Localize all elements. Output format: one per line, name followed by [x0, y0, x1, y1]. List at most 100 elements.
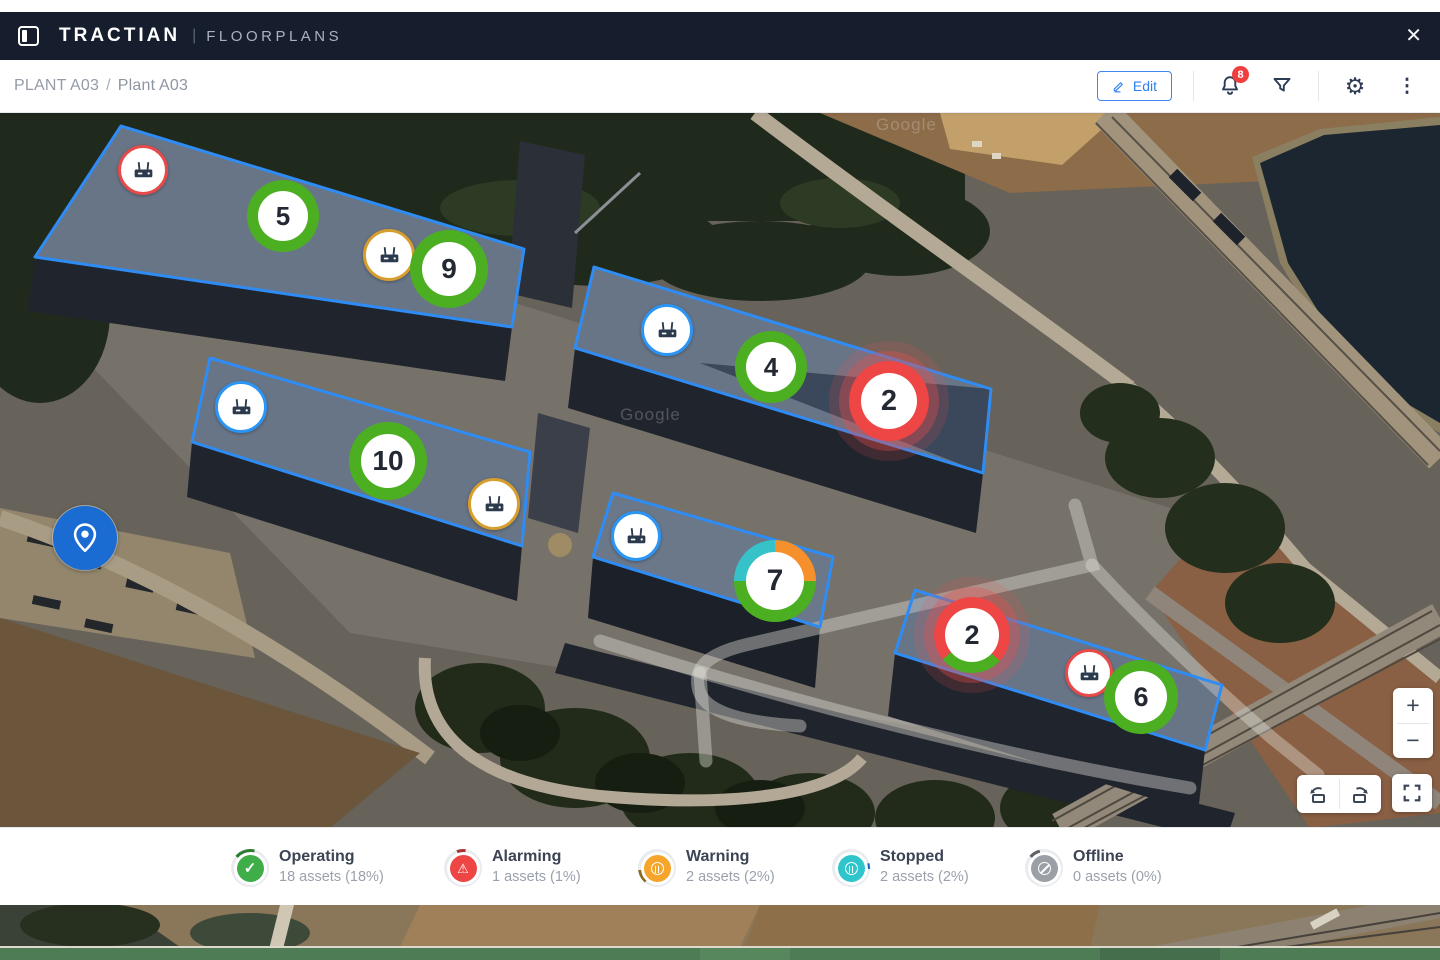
operating-ring: ✓ — [231, 849, 269, 887]
gateway-router-icon — [482, 492, 507, 517]
toolbar-divider — [1193, 71, 1194, 101]
close-icon[interactable]: ✕ — [1405, 26, 1422, 46]
gateway-marker[interactable] — [118, 145, 168, 195]
breadcrumb-current: Plant A03 — [118, 77, 188, 94]
breadcrumb-parent[interactable]: PLANT A03 — [14, 77, 99, 94]
kebab-menu-icon: ⋮ — [1398, 75, 1417, 98]
map-bottom-strip — [0, 905, 1440, 960]
gateway-marker[interactable] — [363, 229, 415, 281]
legend-count: 1 assets (1%) — [492, 868, 581, 887]
sidebar-toggle-icon[interactable] — [18, 26, 39, 46]
rotate-right-button[interactable] — [1340, 775, 1382, 813]
map-watermark: Google — [876, 115, 937, 135]
map-watermark: Google — [620, 405, 681, 425]
alarming-ring: ⚠ — [444, 849, 482, 887]
cluster-count: 7 — [746, 552, 804, 610]
cluster-count: 2 — [945, 608, 999, 662]
cluster-count: 10 — [361, 434, 415, 488]
fullscreen-button[interactable] — [1392, 774, 1432, 812]
cluster-count: 9 — [422, 242, 476, 296]
ban-icon — [1038, 862, 1051, 875]
navbar: TRACTIAN | FLOORPLANS ✕ — [0, 12, 1440, 60]
settings-button[interactable]: ⚙ — [1340, 71, 1370, 101]
operating-status-icon: ✓ — [237, 855, 264, 882]
gateway-router-icon — [377, 243, 402, 268]
brand-logo: TRACTIAN — [59, 25, 180, 47]
breadcrumb: PLANT A03/Plant A03 — [14, 77, 188, 95]
asset-cluster-marker[interactable]: 6 — [1104, 660, 1178, 734]
legend-label: Offline — [1073, 846, 1162, 868]
asset-cluster-marker[interactable]: 10 — [349, 422, 427, 500]
asset-cluster-marker[interactable]: 5 — [247, 180, 319, 252]
gateway-router-icon — [229, 395, 254, 420]
stopped-status-icon — [838, 855, 865, 882]
cluster-count: 2 — [861, 373, 917, 429]
filter-button[interactable] — [1267, 71, 1297, 101]
legend-label: Stopped — [880, 846, 969, 868]
asset-cluster-marker[interactable]: 2 — [934, 597, 1010, 673]
marker-layer: 5 9 4 2 10 7 2 6 Google Google — [0, 113, 1440, 828]
rotate-right-icon — [1348, 782, 1372, 806]
satellite-imagery-strip — [0, 905, 1440, 960]
window-top-margin — [0, 0, 1440, 12]
gateway-marker[interactable] — [215, 381, 267, 433]
filter-funnel-icon — [1270, 74, 1294, 98]
app-title: FLOORPLANS — [206, 28, 342, 45]
fullscreen-icon — [1401, 782, 1423, 804]
pencil-icon — [1112, 79, 1126, 93]
check-icon: ✓ — [244, 859, 257, 877]
gateway-router-icon — [624, 524, 649, 549]
asset-cluster-marker[interactable]: 4 — [735, 331, 807, 403]
stopped-ring — [832, 849, 870, 887]
pause-circle-icon — [845, 862, 858, 875]
warning-triangle-icon: ⚠ — [457, 862, 469, 875]
alarming-status-icon: ⚠ — [450, 855, 477, 882]
legend-count: 2 assets (2%) — [880, 868, 969, 887]
asset-cluster-marker[interactable]: 9 — [410, 230, 488, 308]
asset-cluster-marker[interactable]: 7 — [734, 540, 816, 622]
warning-status-icon — [644, 855, 671, 882]
subheader: PLANT A03/Plant A03 Edit 8 ⚙ ⋮ — [0, 60, 1440, 113]
rotate-left-button[interactable] — [1297, 775, 1339, 813]
cluster-count: 5 — [258, 191, 308, 241]
legend-item-warning: Warning2 assets (2%) — [638, 849, 775, 887]
asset-cluster-marker[interactable]: 2 — [849, 361, 929, 441]
location-pin-button[interactable] — [53, 506, 117, 570]
floorplan-map[interactable]: 5 9 4 2 10 7 2 6 Google Google + − — [0, 113, 1440, 828]
gateway-marker[interactable] — [641, 304, 693, 356]
gear-icon: ⚙ — [1345, 75, 1366, 98]
legend-count: 18 assets (18%) — [279, 868, 384, 887]
location-pin-icon — [68, 521, 102, 555]
zoom-in-button[interactable]: + — [1393, 688, 1433, 723]
legend-item-offline: Offline0 assets (0%) — [1025, 849, 1162, 887]
gateway-router-icon — [1077, 661, 1102, 686]
gateway-router-icon — [655, 318, 680, 343]
legend-item-operating: ✓ Operating18 assets (18%) — [231, 849, 384, 887]
offline-ring — [1025, 849, 1063, 887]
legend-count: 0 assets (0%) — [1073, 868, 1162, 887]
legend-label: Alarming — [492, 846, 581, 868]
cluster-count: 4 — [746, 342, 796, 392]
zoom-control: + − — [1393, 688, 1433, 758]
warning-ring — [638, 849, 676, 887]
notification-badge: 8 — [1232, 66, 1249, 83]
legend-count: 2 assets (2%) — [686, 868, 775, 887]
offline-status-icon — [1031, 855, 1058, 882]
gateway-router-icon — [131, 158, 156, 183]
legend-label: Operating — [279, 846, 384, 868]
toolbar-divider — [1318, 71, 1319, 101]
rotate-left-icon — [1306, 782, 1330, 806]
gateway-marker[interactable] — [611, 511, 661, 561]
brand-separator: | — [192, 27, 196, 45]
legend-item-alarming: ⚠ Alarming1 assets (1%) — [444, 849, 581, 887]
more-options-button[interactable]: ⋮ — [1392, 71, 1422, 101]
cluster-count: 6 — [1115, 671, 1167, 723]
edit-button[interactable]: Edit — [1097, 71, 1172, 101]
notifications-button[interactable]: 8 — [1215, 71, 1245, 101]
legend-label: Warning — [686, 846, 775, 868]
status-legend: ✓ Operating18 assets (18%) ⚠ Alarming1 a… — [0, 828, 1440, 905]
pause-circle-icon — [651, 862, 664, 875]
gateway-marker[interactable] — [468, 478, 520, 530]
zoom-out-button[interactable]: − — [1393, 724, 1433, 759]
rotate-control — [1297, 775, 1381, 813]
